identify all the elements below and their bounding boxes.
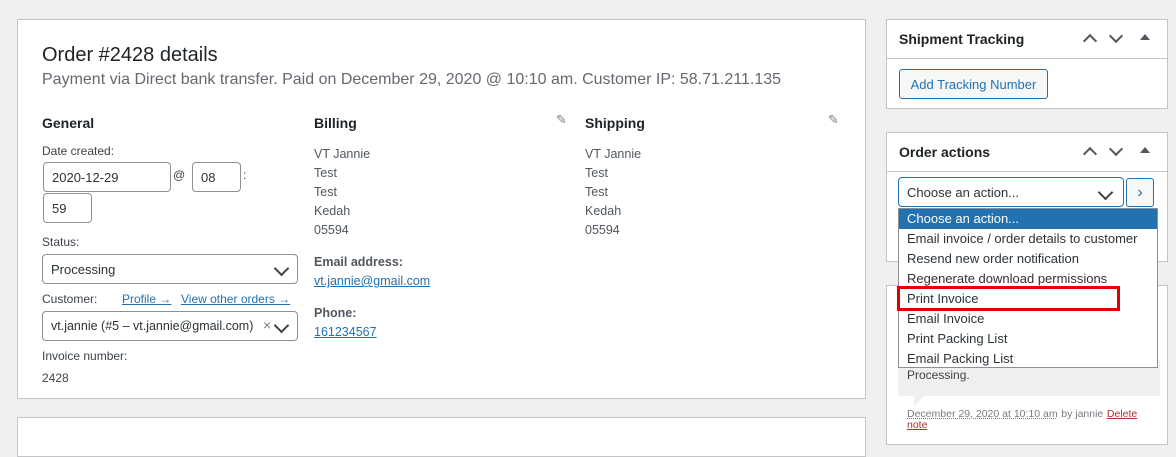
general-heading: General <box>42 115 95 131</box>
page-title: Order #2428 details <box>42 44 218 66</box>
billing-address-line: Kedah <box>314 204 351 218</box>
pencil-icon[interactable]: ✎ <box>828 112 839 128</box>
dropdown-option[interactable]: Resend new order notification <box>899 249 1157 269</box>
customer-label: Customer: <box>42 292 98 306</box>
shipping-address-line: VT Jannie <box>585 147 642 161</box>
date-created-label: Date created: <box>42 144 115 158</box>
shipping-heading: Shipping <box>585 115 645 131</box>
dropdown-option[interactable]: Email invoice / order details to custome… <box>899 229 1157 249</box>
pencil-icon[interactable]: ✎ <box>556 112 567 128</box>
note-date: December 29, 2020 at 10:10 am <box>907 408 1058 420</box>
note-text: Processing. <box>907 368 970 382</box>
chevron-down-icon <box>273 260 290 277</box>
view-other-orders-link[interactable]: View other orders → <box>181 292 290 306</box>
clear-icon[interactable]: × <box>263 317 271 333</box>
phone-label: Phone: <box>314 306 357 320</box>
chevron-down-icon <box>273 317 290 334</box>
shipping-address-line: Test <box>585 185 608 199</box>
at-symbol: @ <box>173 168 186 182</box>
billing-address: VT Jannie Test Test Kedah 05594 <box>314 145 370 240</box>
invoice-number-label: Invoice number: <box>42 349 128 363</box>
status-select[interactable]: Processing <box>42 254 298 284</box>
delete-note-link[interactable]: Delete <box>1107 408 1137 420</box>
date-input-value: 2020-12-29 <box>52 169 119 185</box>
hour-input[interactable]: 08 <box>192 162 241 192</box>
note-author: by jannie <box>1061 408 1104 420</box>
customer-select-value: vt.jannie (#5 – vt.jannie@gmail.com) <box>51 319 254 333</box>
toggle-panel-icon[interactable] <box>1140 34 1150 40</box>
billing-email-link[interactable]: vt.jannie@gmail.com <box>314 274 430 288</box>
add-tracking-number-button[interactable]: Add Tracking Number <box>899 69 1048 99</box>
order-actions-header: Order actions <box>887 133 1167 172</box>
billing-heading: Billing <box>314 115 357 131</box>
delete-note-link-continued[interactable]: note <box>907 419 927 431</box>
invoice-number-value: 2428 <box>42 371 69 385</box>
payment-info: Payment via Direct bank transfer. Paid o… <box>42 71 782 88</box>
billing-address-line: VT Jannie <box>314 147 371 161</box>
order-actions-title: Order actions <box>899 144 991 160</box>
status-select-value: Processing <box>51 261 116 277</box>
order-action-select[interactable]: Choose an action... <box>898 177 1124 207</box>
dropdown-option[interactable]: Email Packing List <box>899 349 1157 369</box>
dropdown-option[interactable]: Choose an action... <box>899 209 1157 229</box>
shipment-tracking-title: Shipment Tracking <box>899 31 1025 47</box>
toggle-panel-icon[interactable] <box>1140 147 1150 153</box>
move-down-icon[interactable] <box>1108 141 1124 157</box>
customer-profile-link[interactable]: Profile → <box>122 292 171 306</box>
minute-input[interactable]: 59 <box>43 193 92 223</box>
hour-input-value: 08 <box>201 169 216 185</box>
shipping-address: VT Jannie Test Test Kedah 05594 <box>585 145 641 240</box>
billing-address-line: Test <box>314 166 337 180</box>
billing-address-line: Test <box>314 185 337 199</box>
note-meta: December 29, 2020 at 10:10 am by jannie … <box>907 405 1137 420</box>
apply-action-button[interactable]: › <box>1126 178 1154 207</box>
billing-address-line: 05594 <box>314 223 349 237</box>
billing-phone-link[interactable]: 161234567 <box>314 325 377 339</box>
customer-select[interactable]: vt.jannie (#5 – vt.jannie@gmail.com) × <box>42 311 298 341</box>
email-label: Email address: <box>314 255 403 269</box>
dropdown-option[interactable]: Print Packing List <box>899 329 1157 349</box>
shipping-address-line: Test <box>585 166 608 180</box>
shipping-address-line: Kedah <box>585 204 622 218</box>
minute-input-value: 59 <box>52 200 67 216</box>
date-input[interactable]: 2020-12-29 <box>43 162 171 192</box>
chevron-down-icon <box>1097 184 1114 201</box>
colon-separator: : <box>243 168 247 182</box>
move-up-icon[interactable] <box>1082 33 1098 49</box>
status-label: Status: <box>42 235 80 249</box>
move-down-icon[interactable] <box>1108 28 1124 44</box>
highlight-box <box>897 286 1120 311</box>
dropdown-option[interactable]: Email Invoice <box>899 309 1157 329</box>
shipment-tracking-header: Shipment Tracking <box>887 20 1167 59</box>
order-action-select-value: Choose an action... <box>907 184 1020 200</box>
move-up-icon[interactable] <box>1082 146 1098 162</box>
order-items-panel <box>17 417 866 457</box>
shipping-address-line: 05594 <box>585 223 620 237</box>
